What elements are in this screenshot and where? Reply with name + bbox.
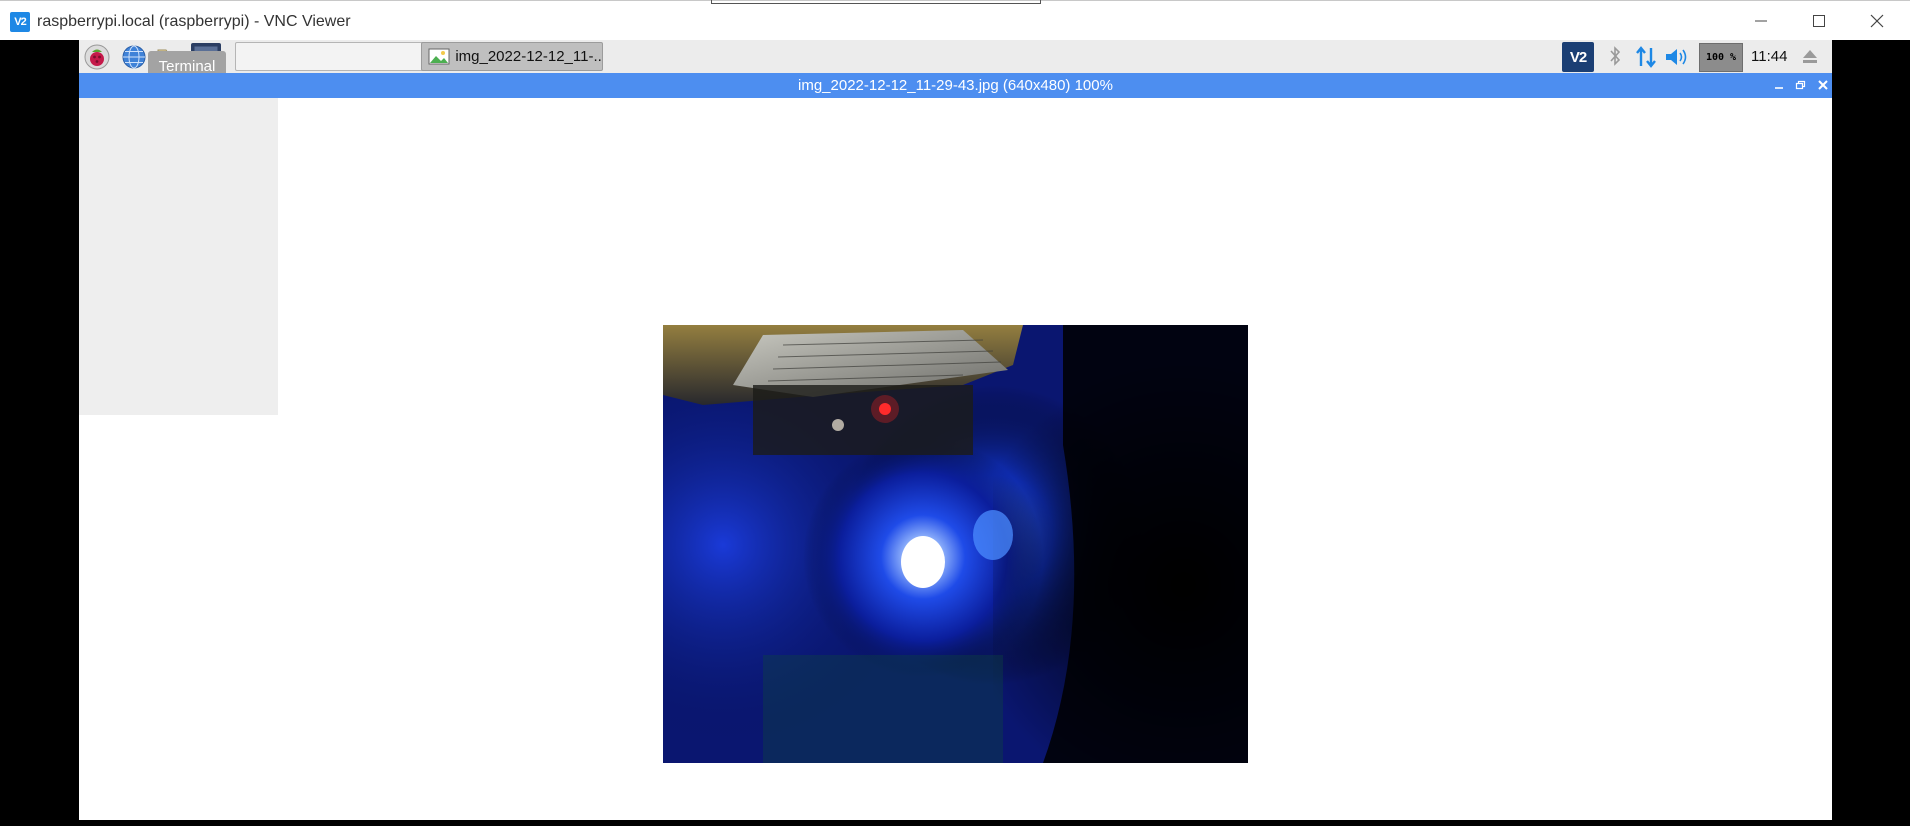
maximize-icon bbox=[1813, 15, 1825, 27]
minimize-icon bbox=[1775, 87, 1783, 89]
cpu-usage-monitor[interactable]: 100 % bbox=[1699, 43, 1743, 72]
viewer-side-panel bbox=[79, 98, 278, 415]
viewer-close-button[interactable] bbox=[1815, 77, 1831, 93]
image-viewer-title: img_2022-12-12_11-29-43.jpg (640x480) 10… bbox=[798, 77, 1113, 94]
eject-icon bbox=[1803, 50, 1817, 63]
photo-led-blue-glow bbox=[663, 325, 1248, 763]
web-browser-icon bbox=[122, 45, 146, 69]
viewport-border-left bbox=[0, 40, 79, 826]
volume-tray-button[interactable] bbox=[1663, 44, 1689, 75]
image-file-icon bbox=[428, 48, 450, 64]
minimize-icon bbox=[1755, 20, 1767, 22]
raspberry-menu-icon bbox=[84, 44, 110, 70]
web-browser-button[interactable] bbox=[119, 43, 149, 71]
viewport-border-right bbox=[1832, 40, 1910, 826]
restore-icon bbox=[1795, 80, 1806, 90]
image-viewer-titlebar[interactable]: img_2022-12-12_11-29-43.jpg (640x480) 10… bbox=[79, 73, 1832, 98]
taskbar-task-image-viewer[interactable]: img_2022-12-12_11-... bbox=[421, 42, 603, 71]
offscreen-window-edge bbox=[711, 0, 1041, 4]
bluetooth-tray-button[interactable] bbox=[1605, 44, 1625, 75]
viewer-minimize-button[interactable] bbox=[1771, 77, 1787, 93]
clock[interactable]: 11:44 bbox=[1751, 48, 1787, 65]
speaker-icon bbox=[1666, 49, 1687, 65]
eject-tray-button[interactable] bbox=[1800, 46, 1820, 73]
maximize-button[interactable] bbox=[1790, 5, 1848, 37]
vnc-window-title: raspberrypi.local (raspberrypi) - VNC Vi… bbox=[37, 13, 351, 30]
network-tray-button[interactable] bbox=[1634, 44, 1658, 75]
displayed-photo[interactable] bbox=[663, 325, 1248, 763]
network-transfer-icon bbox=[1636, 46, 1656, 68]
raspberry-pi-taskbar: >_ img_2022-12-12_11-... V2 100 % 11:44 bbox=[79, 40, 1832, 73]
minimize-button[interactable] bbox=[1732, 5, 1790, 37]
bluetooth-icon bbox=[1610, 46, 1621, 66]
close-button[interactable] bbox=[1848, 5, 1906, 37]
close-icon bbox=[1870, 14, 1884, 28]
vnc-window-titlebar[interactable]: V2 raspberrypi.local (raspberrypi) - VNC… bbox=[0, 0, 1910, 40]
viewer-restore-button[interactable] bbox=[1793, 77, 1809, 93]
raspberry-menu-button[interactable] bbox=[82, 43, 112, 71]
close-icon bbox=[1818, 80, 1828, 90]
vnc-server-tray-button[interactable]: V2 bbox=[1562, 42, 1594, 72]
viewport-border-bottom bbox=[0, 820, 1910, 826]
taskbar-task-label: img_2022-12-12_11-... bbox=[455, 48, 602, 65]
vnc-logo-icon: V2 bbox=[10, 12, 30, 32]
